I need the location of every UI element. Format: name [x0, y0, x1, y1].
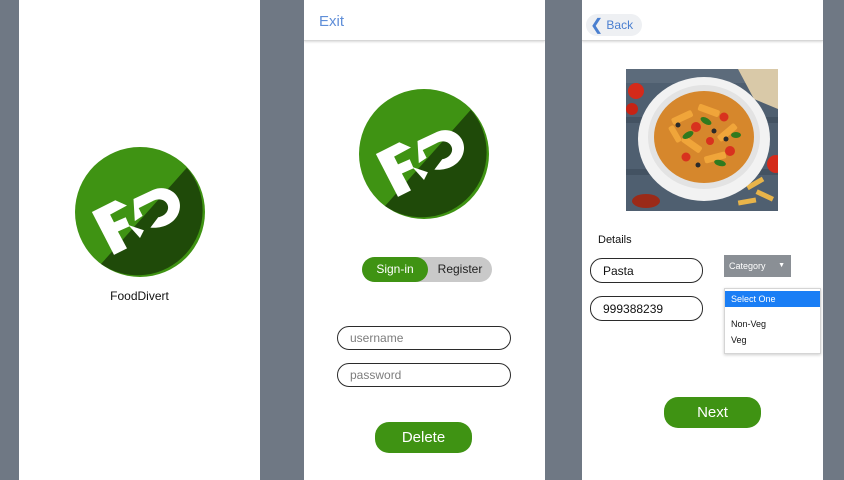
item-name-input[interactable] — [590, 258, 703, 283]
chevron-left-icon: ❮ — [590, 17, 604, 34]
next-button[interactable]: Next — [664, 397, 761, 428]
delete-button[interactable]: Delete — [375, 422, 472, 453]
username-input[interactable] — [337, 326, 511, 350]
category-dropdown-label: Category — [729, 261, 766, 271]
category-option-select-one[interactable]: Select One — [725, 291, 820, 307]
back-label: Back — [606, 18, 634, 32]
app-name: FoodDivert — [110, 289, 169, 303]
category-option-non-veg[interactable]: Non-Veg — [725, 316, 820, 332]
login-screen: Exit Sign-in Register Delete — [304, 0, 545, 480]
caret-down-icon: ▼ — [778, 262, 785, 269]
signin-register-toggle: Sign-in Register — [362, 257, 492, 282]
fooddivert-logo-icon — [73, 147, 207, 277]
fooddivert-logo-icon — [357, 89, 491, 219]
category-options-menu: Select One Non-Veg Veg — [724, 288, 821, 354]
pasta-dish-image — [626, 69, 778, 211]
top-navbar: ❮ Back — [582, 0, 823, 41]
details-screen: ❮ Back Details Pasta 999388239 Category … — [582, 0, 823, 480]
signin-tab[interactable]: Sign-in — [362, 257, 428, 282]
details-heading: Details — [598, 234, 632, 246]
register-tab[interactable]: Register — [428, 257, 492, 282]
category-dropdown[interactable]: Category ▼ — [724, 255, 791, 277]
password-input[interactable] — [337, 363, 511, 387]
top-navbar: Exit — [304, 0, 545, 41]
splash-screen: FoodDivert — [19, 0, 260, 480]
category-option-veg[interactable]: Veg — [725, 332, 820, 348]
back-button[interactable]: ❮ Back — [586, 14, 643, 36]
phone-number-input[interactable] — [590, 296, 703, 321]
exit-button[interactable]: Exit — [319, 13, 344, 30]
